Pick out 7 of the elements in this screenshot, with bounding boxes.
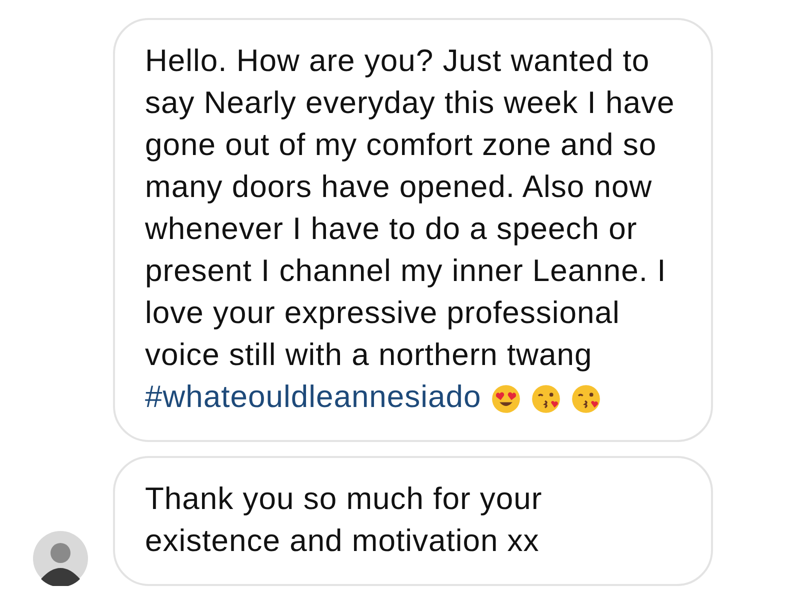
hashtag-link[interactable]: #whateouldleannesiado xyxy=(145,379,482,414)
message-text: Thank you so much for your existence and motivation xx xyxy=(145,480,544,560)
avatar xyxy=(33,531,88,586)
heart-eyes-emoji-icon xyxy=(491,384,522,414)
message-text: Hello. How are you? Just wanted to say Nearly everyday this week I have gone out of my comfort zone and so many doors have opened. Also now whenever I have to do a speech or present I channel my inner Leanne. I love your expressive professional voice still with a northern twang #whateouldleannesiado xyxy=(145,42,675,416)
kissing-emoji-icon xyxy=(531,384,562,414)
kissing-emoji-icon xyxy=(571,384,602,414)
